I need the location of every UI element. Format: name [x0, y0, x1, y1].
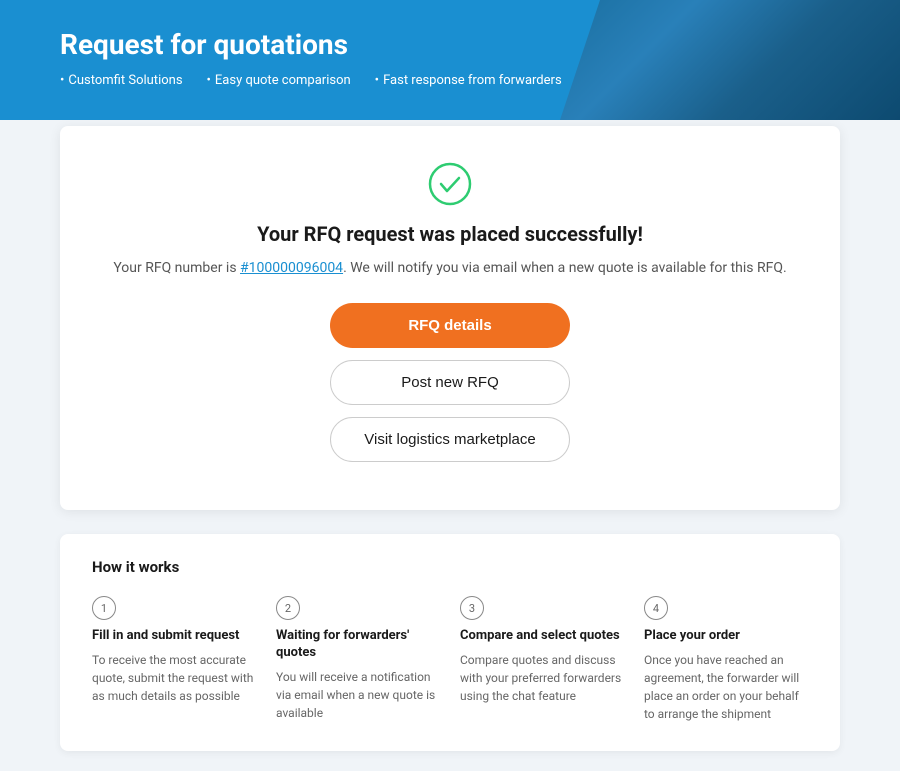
step-4: 4 Place your order Once you have reached… [644, 596, 808, 723]
success-card: Your RFQ request was placed successfully… [60, 126, 840, 510]
main-content: Your RFQ request was placed successfully… [0, 126, 900, 771]
step-desc-1: To receive the most accurate quote, subm… [92, 651, 256, 705]
success-icon [428, 162, 472, 206]
step-title-2: Waiting for forwarders' quotes [276, 628, 440, 662]
page-title: Request for quotations [60, 28, 840, 61]
step-desc-2: You will receive a notification via emai… [276, 668, 440, 722]
step-title-4: Place your order [644, 628, 808, 645]
post-new-rfq-button[interactable]: Post new RFQ [330, 360, 570, 405]
success-title: Your RFQ request was placed successfully… [100, 222, 800, 246]
message-after: . We will notify you via email when a ne… [343, 260, 787, 276]
how-it-works-section: How it works 1 Fill in and submit reques… [60, 534, 840, 751]
header-features: Customfit Solutions Easy quote compariso… [60, 73, 840, 88]
success-message: Your RFQ number is #100000096004. We wil… [100, 258, 800, 279]
message-before: Your RFQ number is [113, 260, 240, 276]
feature-3: Fast response from forwarders [375, 73, 562, 88]
steps-grid: 1 Fill in and submit request To receive … [92, 596, 808, 723]
step-title-3: Compare and select quotes [460, 628, 624, 645]
step-2: 2 Waiting for forwarders' quotes You wil… [276, 596, 440, 723]
how-it-works-title: How it works [92, 558, 808, 576]
step-desc-4: Once you have reached an agreement, the … [644, 651, 808, 723]
visit-marketplace-button[interactable]: Visit logistics marketplace [330, 417, 570, 462]
step-1: 1 Fill in and submit request To receive … [92, 596, 256, 723]
rfq-number-link[interactable]: #100000096004 [240, 260, 343, 276]
page-header: Request for quotations Customfit Solutio… [0, 0, 900, 120]
step-3: 3 Compare and select quotes Compare quot… [460, 596, 624, 723]
rfq-details-button[interactable]: RFQ details [330, 303, 570, 348]
step-title-1: Fill in and submit request [92, 628, 256, 645]
feature-1: Customfit Solutions [60, 73, 183, 88]
step-desc-3: Compare quotes and discuss with your pre… [460, 651, 624, 705]
feature-2: Easy quote comparison [207, 73, 351, 88]
